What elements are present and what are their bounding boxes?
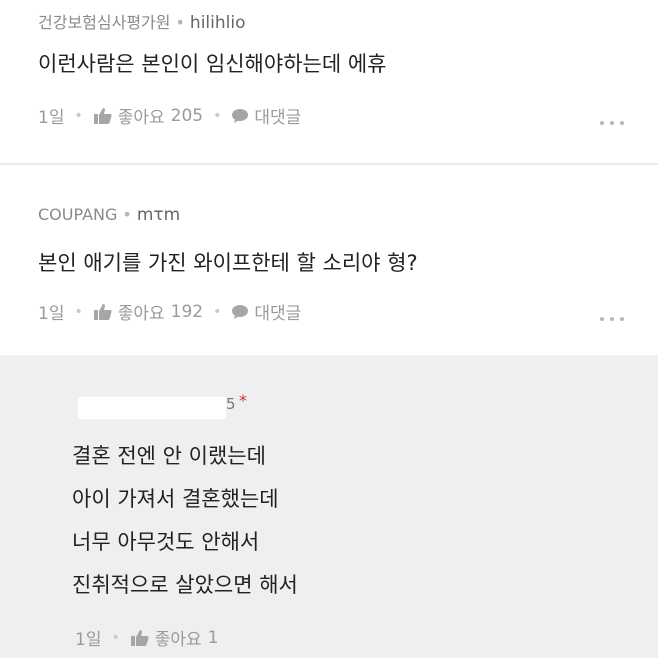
more-dots-icon[interactable]: [600, 121, 624, 125]
redacted-author-name: [78, 397, 226, 419]
like-button[interactable]: 좋아요: [155, 625, 202, 650]
action-separator: •: [74, 303, 83, 320]
action-separator: •: [74, 107, 83, 124]
reply-button[interactable]: 대댓글: [254, 299, 301, 324]
like-button[interactable]: 좋아요: [118, 103, 165, 128]
reply-line: 아이 가져서 결혼했는데: [72, 487, 279, 511]
reply-item: 5 * 결혼 전엔 안 이랬는데 아이 가져서 결혼했는데 너무 아무것도 안해…: [0, 355, 658, 658]
meta-separator-dot: •: [122, 205, 132, 224]
comment-actions: 1일 • 좋아요 192 • 대댓글: [38, 299, 301, 325]
action-separator: •: [213, 303, 222, 320]
reply-button[interactable]: 대댓글: [254, 103, 301, 128]
like-count: 1: [207, 627, 219, 648]
comment-item: 건강보험심사평가원 • hilihlio 이런사람은 본인이 임신해야하는데 에휴 …: [0, 0, 658, 163]
comment-meta: 건강보험심사평가원 • hilihlio: [38, 9, 246, 33]
reply-line: 결혼 전엔 안 이랬는데: [72, 444, 266, 468]
comment-actions: 1일 • 좋아요 205 • 대댓글: [38, 103, 301, 129]
speech-bubble-icon[interactable]: [231, 108, 249, 124]
comment-thread: 건강보험심사평가원 • hilihlio 이런사람은 본인이 임신해야하는데 에휴 …: [0, 0, 658, 658]
thumbs-up-icon[interactable]: [93, 107, 113, 125]
comment-time: 1일: [38, 108, 65, 128]
comment-source: 건강보험심사평가원: [38, 13, 171, 32]
reply-time: 1일: [75, 630, 102, 650]
like-button[interactable]: 좋아요: [118, 299, 165, 324]
like-count: 192: [170, 301, 204, 322]
thumbs-up-icon[interactable]: [93, 303, 113, 321]
comment-item: COUPANG • mτm 본인 애기를 가진 와이프한테 할 소리야 형? 1일 …: [0, 165, 658, 353]
thumbs-up-icon[interactable]: [130, 629, 150, 647]
comment-time: 1일: [38, 304, 65, 324]
action-separator: •: [213, 107, 222, 124]
meta-separator-dot: •: [175, 13, 185, 32]
comment-author[interactable]: mτm: [137, 205, 180, 225]
reply-line: 너무 아무것도 안해서: [72, 530, 260, 554]
comment-author[interactable]: hilihlio: [190, 13, 246, 33]
comment-meta: COUPANG • mτm: [38, 205, 180, 225]
more-dots-icon[interactable]: [600, 317, 624, 321]
reply-actions: 1일 • 좋아요 1: [75, 625, 219, 651]
comment-text: 본인 애기를 가진 와이프한테 할 소리야 형?: [38, 251, 418, 275]
comment-source: COUPANG: [38, 205, 118, 224]
speech-bubble-icon[interactable]: [231, 304, 249, 320]
author-badge: *: [239, 391, 247, 410]
action-separator: •: [111, 629, 120, 646]
reply-line: 진취적으로 살았으면 해서: [72, 573, 298, 597]
like-count: 205: [170, 105, 204, 126]
reply-text: 결혼 전엔 안 이랬는데 아이 가져서 결혼했는데 너무 아무것도 안해서 진취…: [72, 435, 298, 607]
comment-text: 이런사람은 본인이 임신해야하는데 에휴: [38, 52, 387, 76]
reply-author[interactable]: 5: [226, 395, 236, 413]
